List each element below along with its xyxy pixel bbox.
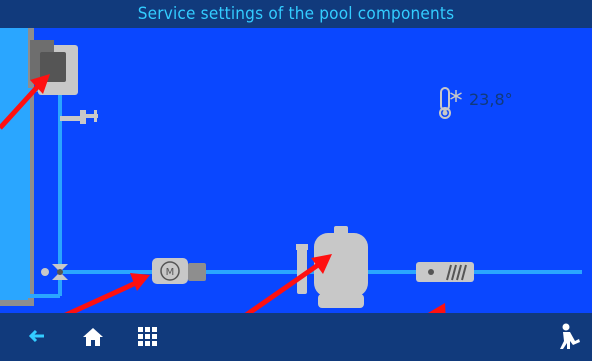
service-worker-icon[interactable] [554, 321, 584, 351]
tap-icon [60, 110, 98, 124]
thermometer-snowflake-icon [439, 87, 462, 119]
back-arrow-icon[interactable] [22, 321, 52, 351]
home-icon[interactable] [78, 321, 108, 351]
grid-menu-icon[interactable] [132, 321, 162, 351]
pool-water [0, 28, 28, 300]
pump-motor-label: M [166, 267, 175, 278]
electric-heater-icon[interactable] [416, 262, 474, 282]
temperature-readout: 23,8° [469, 90, 513, 109]
pump-motor-icon[interactable]: M [152, 258, 206, 284]
pool-diagram: M [0, 28, 582, 361]
sand-filter-icon[interactable] [296, 226, 368, 308]
screen: Service settings of the pool components [0, 0, 592, 361]
bottom-nav-bar [0, 313, 592, 361]
